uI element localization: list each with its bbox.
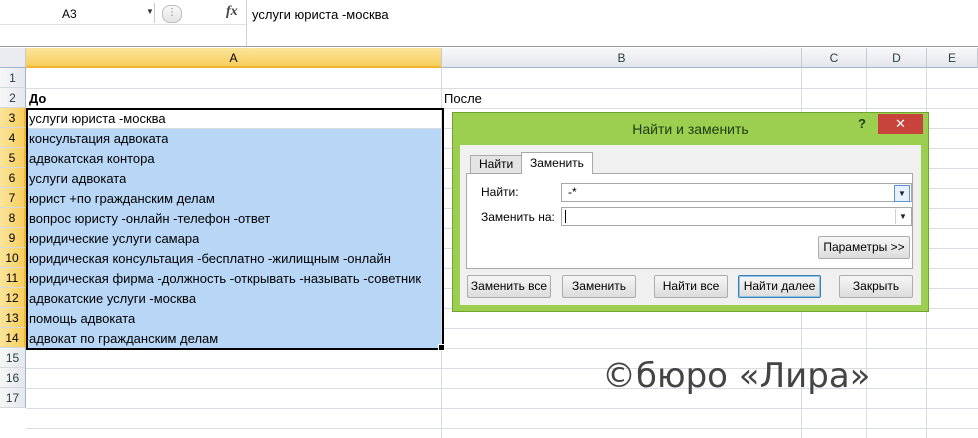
cell-a11[interactable]: юридическая фирма -должность -открывать … [29, 269, 441, 289]
cell-a9[interactable]: юридические услуги самара [29, 229, 199, 249]
row-header[interactable]: 17 [0, 388, 26, 408]
insert-function-icon[interactable]: fx [226, 4, 238, 20]
dialog-title: Найти и заменить [632, 121, 749, 137]
cell-b2[interactable]: После [444, 89, 482, 109]
select-all-corner[interactable] [0, 48, 26, 68]
formula-input[interactable]: услуги юриста -москва [252, 7, 389, 22]
cell-a8[interactable]: вопрос юристу -онлайн -телефон -ответ [29, 209, 270, 229]
cell-a14[interactable]: адвокат по гражданским делам [29, 329, 218, 349]
find-label: Найти: [481, 185, 519, 199]
replace-input[interactable]: ▼ [561, 207, 912, 226]
tab-find[interactable]: Найти [470, 155, 523, 174]
name-box-value: A3 [62, 7, 77, 21]
row-header[interactable]: 13 [0, 308, 26, 328]
find-input-value: -* [568, 185, 577, 199]
row-header[interactable]: 16 [0, 368, 26, 388]
row-header[interactable]: 9 [0, 228, 26, 248]
formula-bar: A3 ▼ ⋮ fx услуги юриста -москва [0, 0, 978, 47]
row-header[interactable]: 3 [0, 108, 26, 128]
row-header[interactable]: 5 [0, 148, 26, 168]
cell-a3[interactable]: услуги юриста -москва [29, 109, 166, 129]
column-header-a[interactable]: A [26, 48, 442, 68]
row-header[interactable]: 4 [0, 128, 26, 148]
find-next-button[interactable]: Найти далее [738, 275, 821, 298]
options-button[interactable]: Параметры >> [818, 236, 910, 259]
find-all-button[interactable]: Найти все [654, 275, 728, 298]
chevron-down-icon[interactable]: ▼ [895, 209, 910, 224]
column-header-e[interactable]: E [927, 48, 978, 68]
tab-replace[interactable]: Заменить [521, 152, 593, 174]
row-header[interactable]: 7 [0, 188, 26, 208]
column-header-d[interactable]: D [867, 48, 927, 68]
row-header[interactable]: 1 [0, 68, 26, 88]
close-icon[interactable]: ✕ [878, 114, 923, 134]
dialog-body: Найти Заменить Найти: -* ▼ Заменить на: … [460, 145, 921, 305]
replace-all-button[interactable]: Заменить все [467, 275, 551, 298]
chevron-down-icon[interactable]: ▼ [894, 185, 910, 202]
cell-a6[interactable]: услуги адвоката [29, 169, 126, 189]
cell-a2[interactable]: До [29, 89, 46, 109]
chevron-down-icon[interactable]: ▼ [146, 7, 154, 16]
close-button[interactable]: Закрыть [839, 275, 913, 298]
row-header[interactable]: 2 [0, 88, 26, 108]
row-header[interactable]: 11 [0, 268, 26, 288]
row-header[interactable]: 14 [0, 328, 26, 348]
name-box[interactable]: A3 ▼ [0, 3, 155, 23]
cell-a13[interactable]: помощь адвоката [29, 309, 135, 329]
help-icon[interactable]: ? [858, 116, 866, 131]
row-header[interactable]: 12 [0, 288, 26, 308]
resize-grip-icon[interactable]: ⋮ [162, 5, 182, 23]
replace-label: Заменить на: [481, 210, 555, 224]
find-replace-dialog: Найти и заменить ? ✕ Найти Заменить Найт… [452, 112, 929, 312]
row-header[interactable]: 8 [0, 208, 26, 228]
cell-a10[interactable]: юридическая консультация -бесплатно -жил… [29, 249, 391, 269]
cell-a7[interactable]: юрист +по гражданским делам [29, 189, 215, 209]
cell-a5[interactable]: адвокатская контора [29, 149, 155, 169]
row-header[interactable]: 15 [0, 348, 26, 368]
fill-handle[interactable] [438, 344, 445, 351]
watermark-text: ©бюро «Лира» [602, 356, 871, 396]
column-header-c[interactable]: C [802, 48, 867, 68]
row-header[interactable]: 6 [0, 168, 26, 188]
find-input[interactable]: -* ▼ [561, 183, 912, 202]
row-header[interactable]: 10 [0, 248, 26, 268]
cell-a4[interactable]: консультация адвоката [29, 129, 168, 149]
cell-a12[interactable]: адвокатские услуги -москва [29, 289, 196, 309]
replace-button[interactable]: Заменить [562, 275, 636, 298]
text-cursor [565, 210, 566, 223]
column-header-b[interactable]: B [442, 48, 802, 68]
tab-panel: Найти: -* ▼ Заменить на: ▼ Параметры >> [466, 173, 913, 269]
